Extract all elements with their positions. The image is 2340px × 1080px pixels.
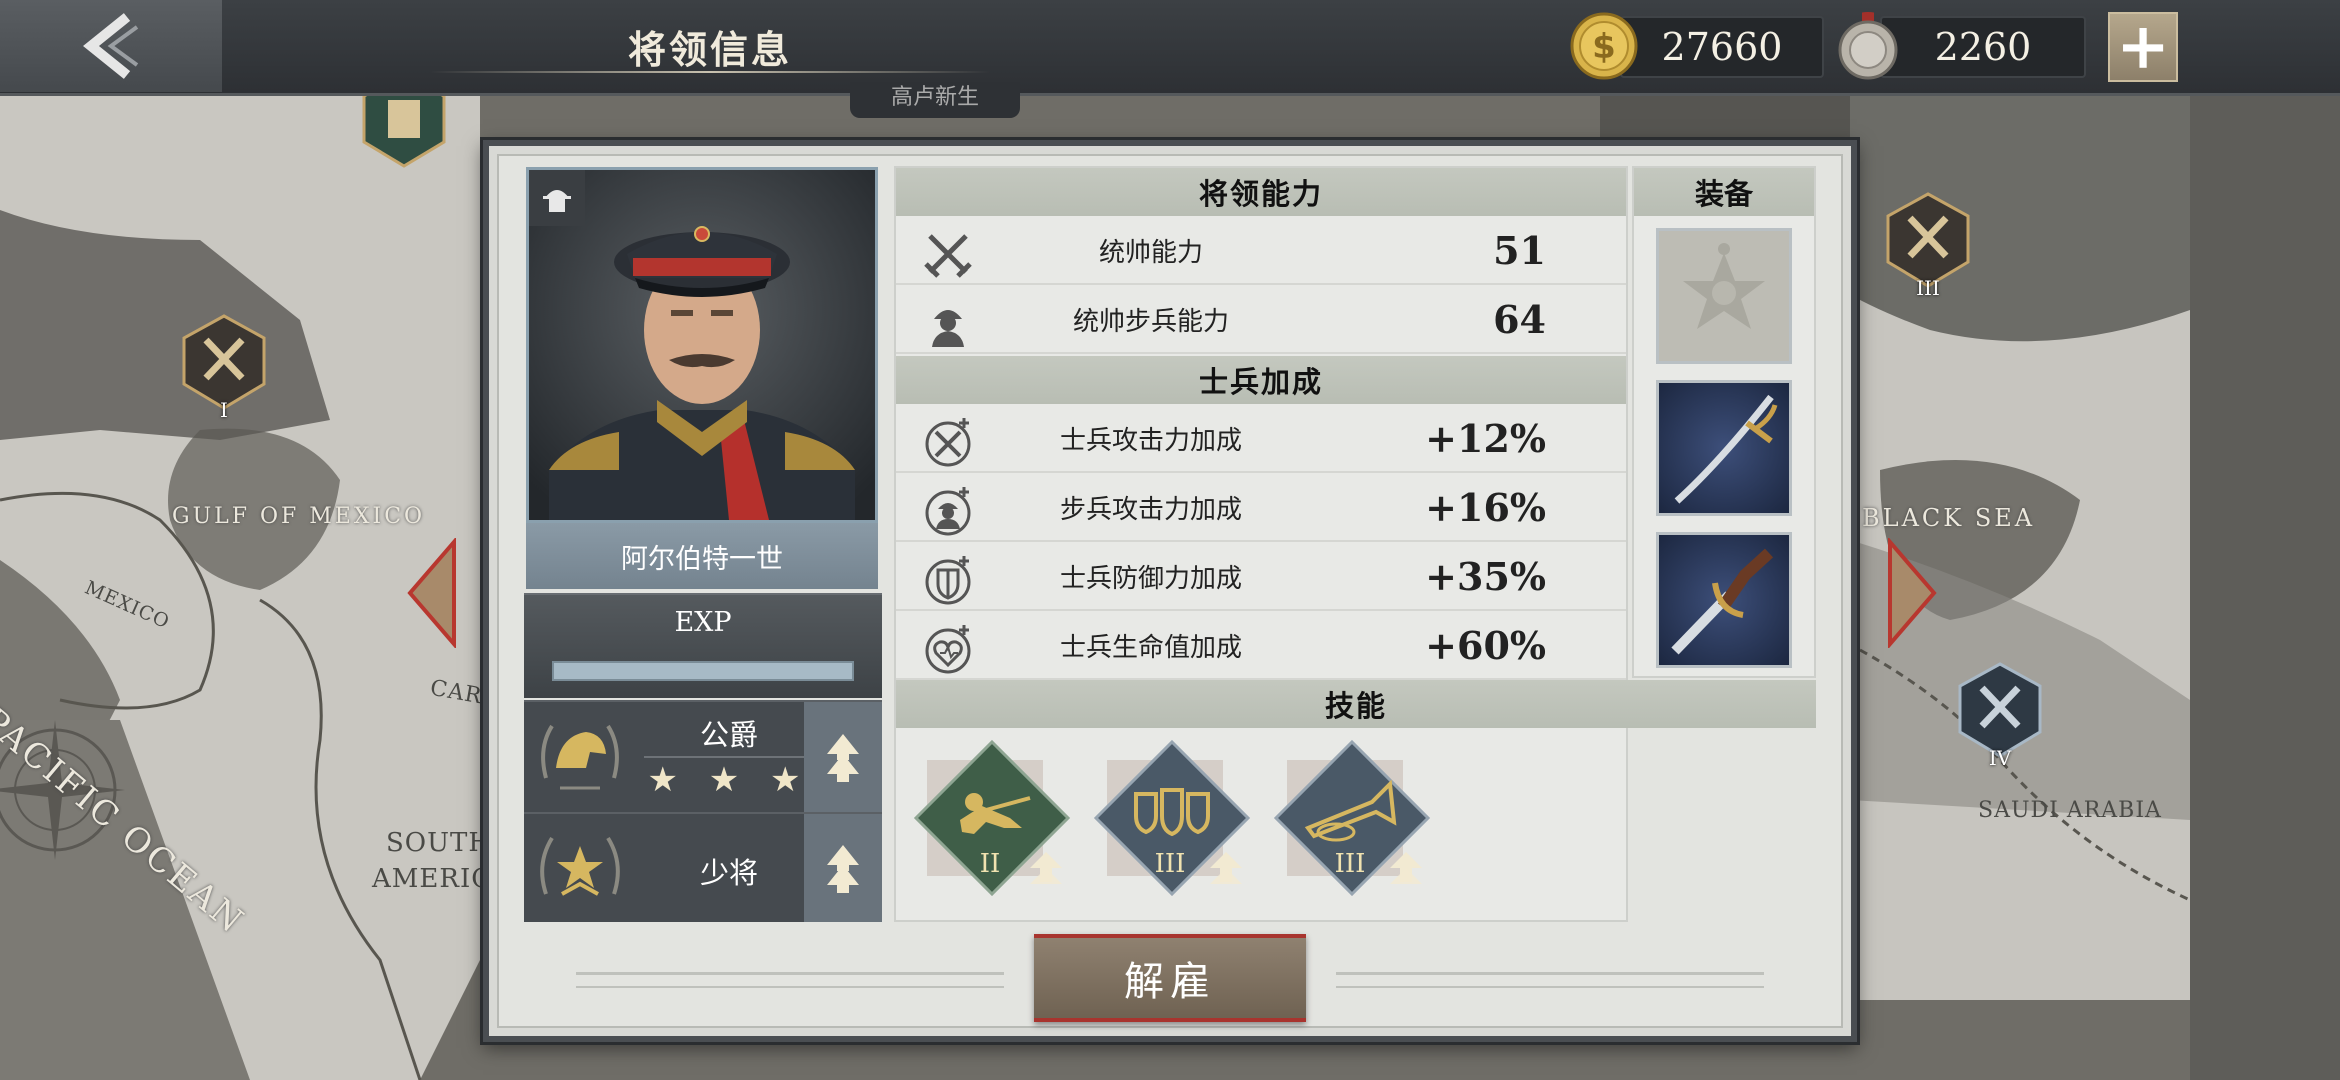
noble-helmet-emblem-icon (541, 724, 619, 790)
order-medal-icon (1683, 243, 1765, 329)
background-label: 高卢新生 (850, 82, 1020, 118)
plus-icon: + (2116, 9, 2170, 84)
back-button[interactable] (0, 0, 222, 92)
equipment-slot-medal[interactable] (1656, 228, 1792, 364)
ability-row: 统帅步兵能力 64 (896, 285, 1626, 354)
upgrade-rank-button[interactable] (804, 814, 882, 922)
top-bar: 将领信息 27660 $ 2260 + (0, 0, 2340, 96)
battle-marker-i[interactable]: I (178, 312, 270, 422)
equipment-slot-dagger[interactable] (1656, 532, 1792, 668)
bonuses-heading: 士兵加成 (896, 356, 1626, 404)
skill-level-label: III (1335, 849, 1366, 879)
map-label-gulf: GULF OF MEXICO (172, 504, 426, 529)
bonus-row: 士兵生命值加成 +60% (896, 611, 1626, 680)
skill-level-label: III (1155, 849, 1186, 879)
double-up-arrow-icon (827, 845, 859, 893)
exp-box: EXP (524, 593, 882, 698)
military-rank-row: 少将 (524, 812, 882, 922)
map-label-saudi: SAUDI ARABIA (1978, 798, 2162, 823)
battle-marker-iv[interactable]: IV (1954, 660, 2046, 770)
general-name: 阿尔伯特一世 (526, 523, 878, 589)
dagger-icon (1671, 548, 1774, 655)
double-up-arrow-icon (827, 734, 859, 782)
infantry-class-badge (529, 170, 585, 226)
next-general-arrow[interactable] (1882, 538, 1942, 648)
bonus-row: 士兵攻击力加成 +12% (896, 404, 1626, 473)
equipment-slot-sabre[interactable] (1656, 380, 1792, 516)
ability-row: 统帅能力 51 (896, 216, 1626, 285)
divider-right (1336, 972, 1764, 975)
soldier-helmet-icon (543, 190, 571, 212)
sabre-icon (1674, 394, 1778, 504)
abilities-heading: 将领能力 (896, 168, 1626, 216)
skill-bugle[interactable]: III (1272, 736, 1432, 897)
svg-text:$: $ (1592, 27, 1616, 67)
defense-bonus-icon (925, 556, 971, 605)
infantry-icon (932, 310, 964, 347)
bonus-row: 士兵防御力加成 +35% (896, 542, 1626, 611)
exp-label: EXP (674, 607, 732, 638)
bonus-row: 步兵攻击力加成 +16% (896, 473, 1626, 542)
title-rank-label: 公爵 (699, 718, 758, 752)
back-arrow-icon (83, 13, 139, 79)
add-currency-button[interactable]: + (2108, 12, 2178, 82)
skills-heading: 技能 (896, 680, 1816, 728)
gold-amount: 27660 (1620, 16, 1824, 78)
divider-right-2 (1336, 986, 1764, 988)
attack-bonus-icon (925, 418, 971, 467)
equipment-heading: 装备 (1634, 168, 1814, 216)
medal-amount: 2260 (1880, 16, 2086, 78)
military-rank-label: 少将 (699, 856, 758, 890)
silver-medal-icon (1838, 12, 1898, 80)
title-rank-row: 公爵 ★ ★ ★ (524, 700, 882, 812)
crossed-swords-icon (924, 234, 972, 278)
prev-general-arrow[interactable] (402, 538, 462, 648)
skill-shields[interactable]: III (1092, 736, 1252, 897)
health-bonus-icon (925, 625, 971, 674)
exp-progress-bar (552, 661, 854, 681)
equipment-panel: 装备 (1632, 166, 1816, 678)
upgrade-title-button[interactable] (804, 702, 882, 812)
map-label-south-america-1: SOUTH (386, 828, 493, 858)
title-underline (430, 71, 990, 73)
rank-star-emblem-icon (540, 836, 620, 896)
gold-coin-icon: $ (1570, 12, 1638, 80)
skill-level-label: II (980, 849, 1001, 879)
battle-marker-iii[interactable]: III (1882, 190, 1974, 300)
divider-left (576, 972, 1004, 975)
map-label-black-sea: BLACK SEA (1862, 504, 2036, 532)
divider-left-2 (576, 986, 1004, 988)
title-rank-stars: ★ ★ ★ (647, 760, 811, 800)
skill-infantry-charge[interactable]: II (912, 736, 1072, 897)
page-title: 将领信息 (627, 26, 792, 72)
dismiss-button[interactable]: 解雇 (1034, 934, 1306, 1022)
infantry-bonus-icon (925, 487, 971, 536)
